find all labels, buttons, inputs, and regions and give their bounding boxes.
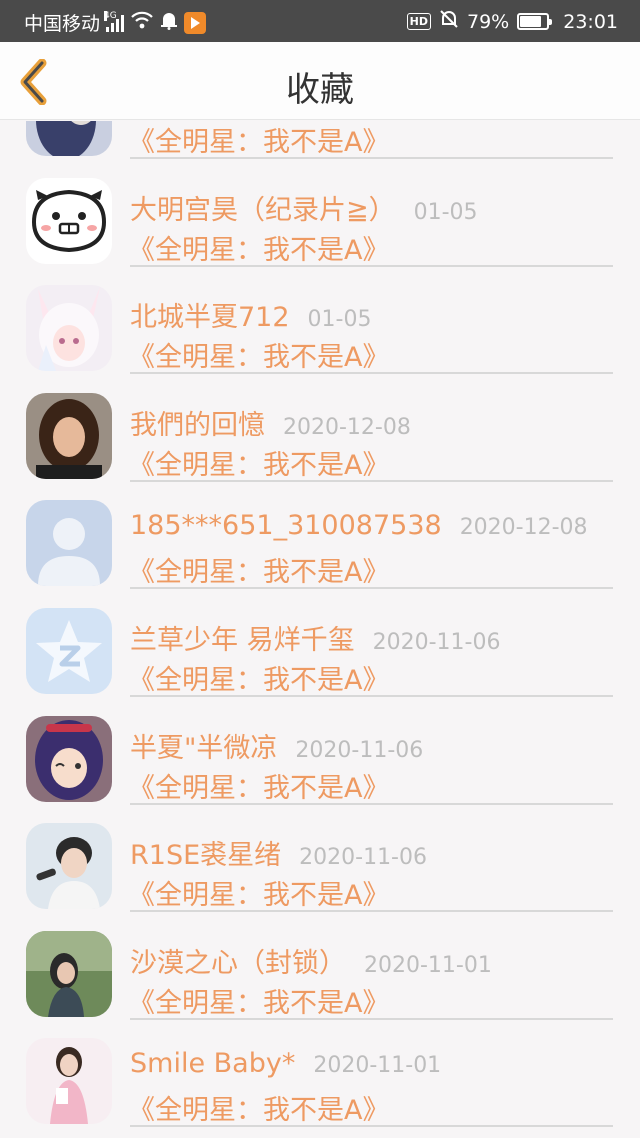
- nav-bar: 收藏: [0, 42, 640, 120]
- divider: [130, 372, 613, 375]
- date-label: 2020-11-01: [313, 1053, 442, 1079]
- avatar[interactable]: [26, 1038, 112, 1125]
- divider: [130, 587, 613, 590]
- user-name[interactable]: 兰草少年 易烊千玺: [130, 618, 355, 657]
- list-item[interactable]: 185***651_310087538 2020-12-08 《全明星：我不是A》: [0, 488, 640, 596]
- list-item[interactable]: Smile Baby* 2020-11-01 《全明星：我不是A》: [0, 1026, 640, 1134]
- favorites-list[interactable]: 《全明星：我不是A》 大明宫昊（纪录片≧） 01-05 《全明星：我不是A》 北城半夏7…: [0, 121, 640, 1138]
- app-badge-icon: [184, 11, 207, 34]
- divider: [130, 479, 613, 482]
- name-line: 185***651_310087538 2020-12-08: [130, 510, 588, 541]
- battery-icon: [517, 13, 553, 30]
- date-label: 2020-12-08: [459, 515, 588, 541]
- favorite-title[interactable]: 《全明星：我不是A》: [128, 121, 389, 159]
- avatar[interactable]: [26, 392, 112, 479]
- list-item[interactable]: 北城半夏712 01-05 《全明星：我不是A》: [0, 273, 640, 381]
- avatar[interactable]: [26, 607, 112, 694]
- user-name[interactable]: 北城半夏712: [130, 295, 290, 334]
- avatar[interactable]: [26, 930, 112, 1017]
- date-label: 01-05: [413, 199, 478, 225]
- favorite-title[interactable]: 《全明星：我不是A》: [128, 443, 389, 482]
- list-item[interactable]: 大明宫昊（纪录片≧） 01-05 《全明星：我不是A》: [0, 166, 640, 274]
- avatar[interactable]: [26, 715, 112, 802]
- status-bar: 中国移动 4G HD 79% 23:01: [0, 0, 640, 42]
- date-label: 2020-12-08: [283, 414, 411, 440]
- favorite-title[interactable]: 《全明星：我不是A》: [128, 228, 389, 267]
- divider: [130, 264, 613, 267]
- avatar[interactable]: [26, 823, 112, 910]
- favorite-title[interactable]: 《全明星：我不是A》: [128, 766, 389, 805]
- user-name[interactable]: 大明宫昊（纪录片≧）: [130, 188, 396, 227]
- favorite-title[interactable]: 《全明星：我不是A》: [128, 1088, 389, 1127]
- list-item[interactable]: R1SE裘星绪 2020-11-06 《全明星：我不是A》: [0, 811, 640, 919]
- favorite-title[interactable]: 《全明星：我不是A》: [128, 981, 389, 1020]
- favorite-title[interactable]: 《全明星：我不是A》: [128, 873, 389, 912]
- battery-percent: 79%: [467, 10, 510, 33]
- user-name[interactable]: R1SE裘星绪: [130, 833, 281, 872]
- divider: [130, 1125, 613, 1128]
- avatar[interactable]: [26, 177, 112, 264]
- favorite-title[interactable]: 《全明星：我不是A》: [128, 335, 389, 374]
- list-item[interactable]: 《全明星：我不是A》: [0, 121, 640, 166]
- date-label: 2020-11-01: [364, 952, 492, 978]
- divider: [130, 910, 613, 913]
- name-line: 半夏"半微凉 2020-11-06: [130, 726, 423, 765]
- signal-icon: 4G: [104, 10, 125, 32]
- page-title: 收藏: [286, 70, 354, 110]
- name-line: 兰草少年 易烊千玺 2020-11-06: [130, 618, 500, 657]
- notification-bell-icon: [160, 10, 178, 35]
- list-item[interactable]: 半夏"半微凉 2020-11-06 《全明星：我不是A》: [0, 704, 640, 812]
- user-name[interactable]: 沙漠之心（封锁）: [130, 941, 346, 980]
- date-label: 2020-11-06: [295, 737, 424, 763]
- user-name[interactable]: 185***651_310087538: [130, 510, 442, 541]
- user-name[interactable]: Smile Baby*: [130, 1048, 295, 1079]
- network-type-label: 4G: [104, 10, 117, 21]
- name-line: 沙漠之心（封锁） 2020-11-01: [130, 941, 492, 980]
- avatar[interactable]: [26, 500, 112, 587]
- avatar[interactable]: [26, 121, 112, 156]
- list-item[interactable]: 兰草少年 易烊千玺 2020-11-06 《全明星：我不是A》: [0, 596, 640, 704]
- date-label: 2020-11-06: [372, 629, 501, 655]
- name-line: 我們的回憶 2020-12-08: [130, 403, 411, 442]
- carrier-label: 中国移动: [24, 13, 101, 35]
- name-line: Smile Baby* 2020-11-01: [130, 1048, 441, 1079]
- divider: [130, 157, 613, 159]
- wifi-icon: [130, 10, 154, 35]
- date-label: 01-05: [307, 307, 372, 333]
- name-line: 北城半夏712 01-05: [130, 295, 371, 334]
- hd-icon: HD: [406, 13, 431, 30]
- clock: 23:01: [563, 10, 618, 33]
- name-line: 大明宫昊（纪录片≧） 01-05: [130, 188, 478, 227]
- user-name[interactable]: 半夏"半微凉: [130, 726, 277, 765]
- divider: [130, 802, 613, 805]
- favorite-title[interactable]: 《全明星：我不是A》: [128, 658, 389, 697]
- name-line: R1SE裘星绪 2020-11-06: [130, 833, 427, 872]
- divider: [130, 694, 613, 697]
- divider: [130, 1017, 613, 1020]
- mute-bell-icon: [439, 9, 459, 34]
- user-name[interactable]: 我們的回憶: [130, 403, 265, 442]
- favorite-title[interactable]: 《全明星：我不是A》: [128, 550, 389, 589]
- list-item[interactable]: 沙漠之心（封锁） 2020-11-01 《全明星：我不是A》: [0, 919, 640, 1027]
- avatar[interactable]: [26, 285, 112, 372]
- date-label: 2020-11-06: [299, 845, 427, 871]
- list-item[interactable]: 我們的回憶 2020-12-08 《全明星：我不是A》: [0, 381, 640, 489]
